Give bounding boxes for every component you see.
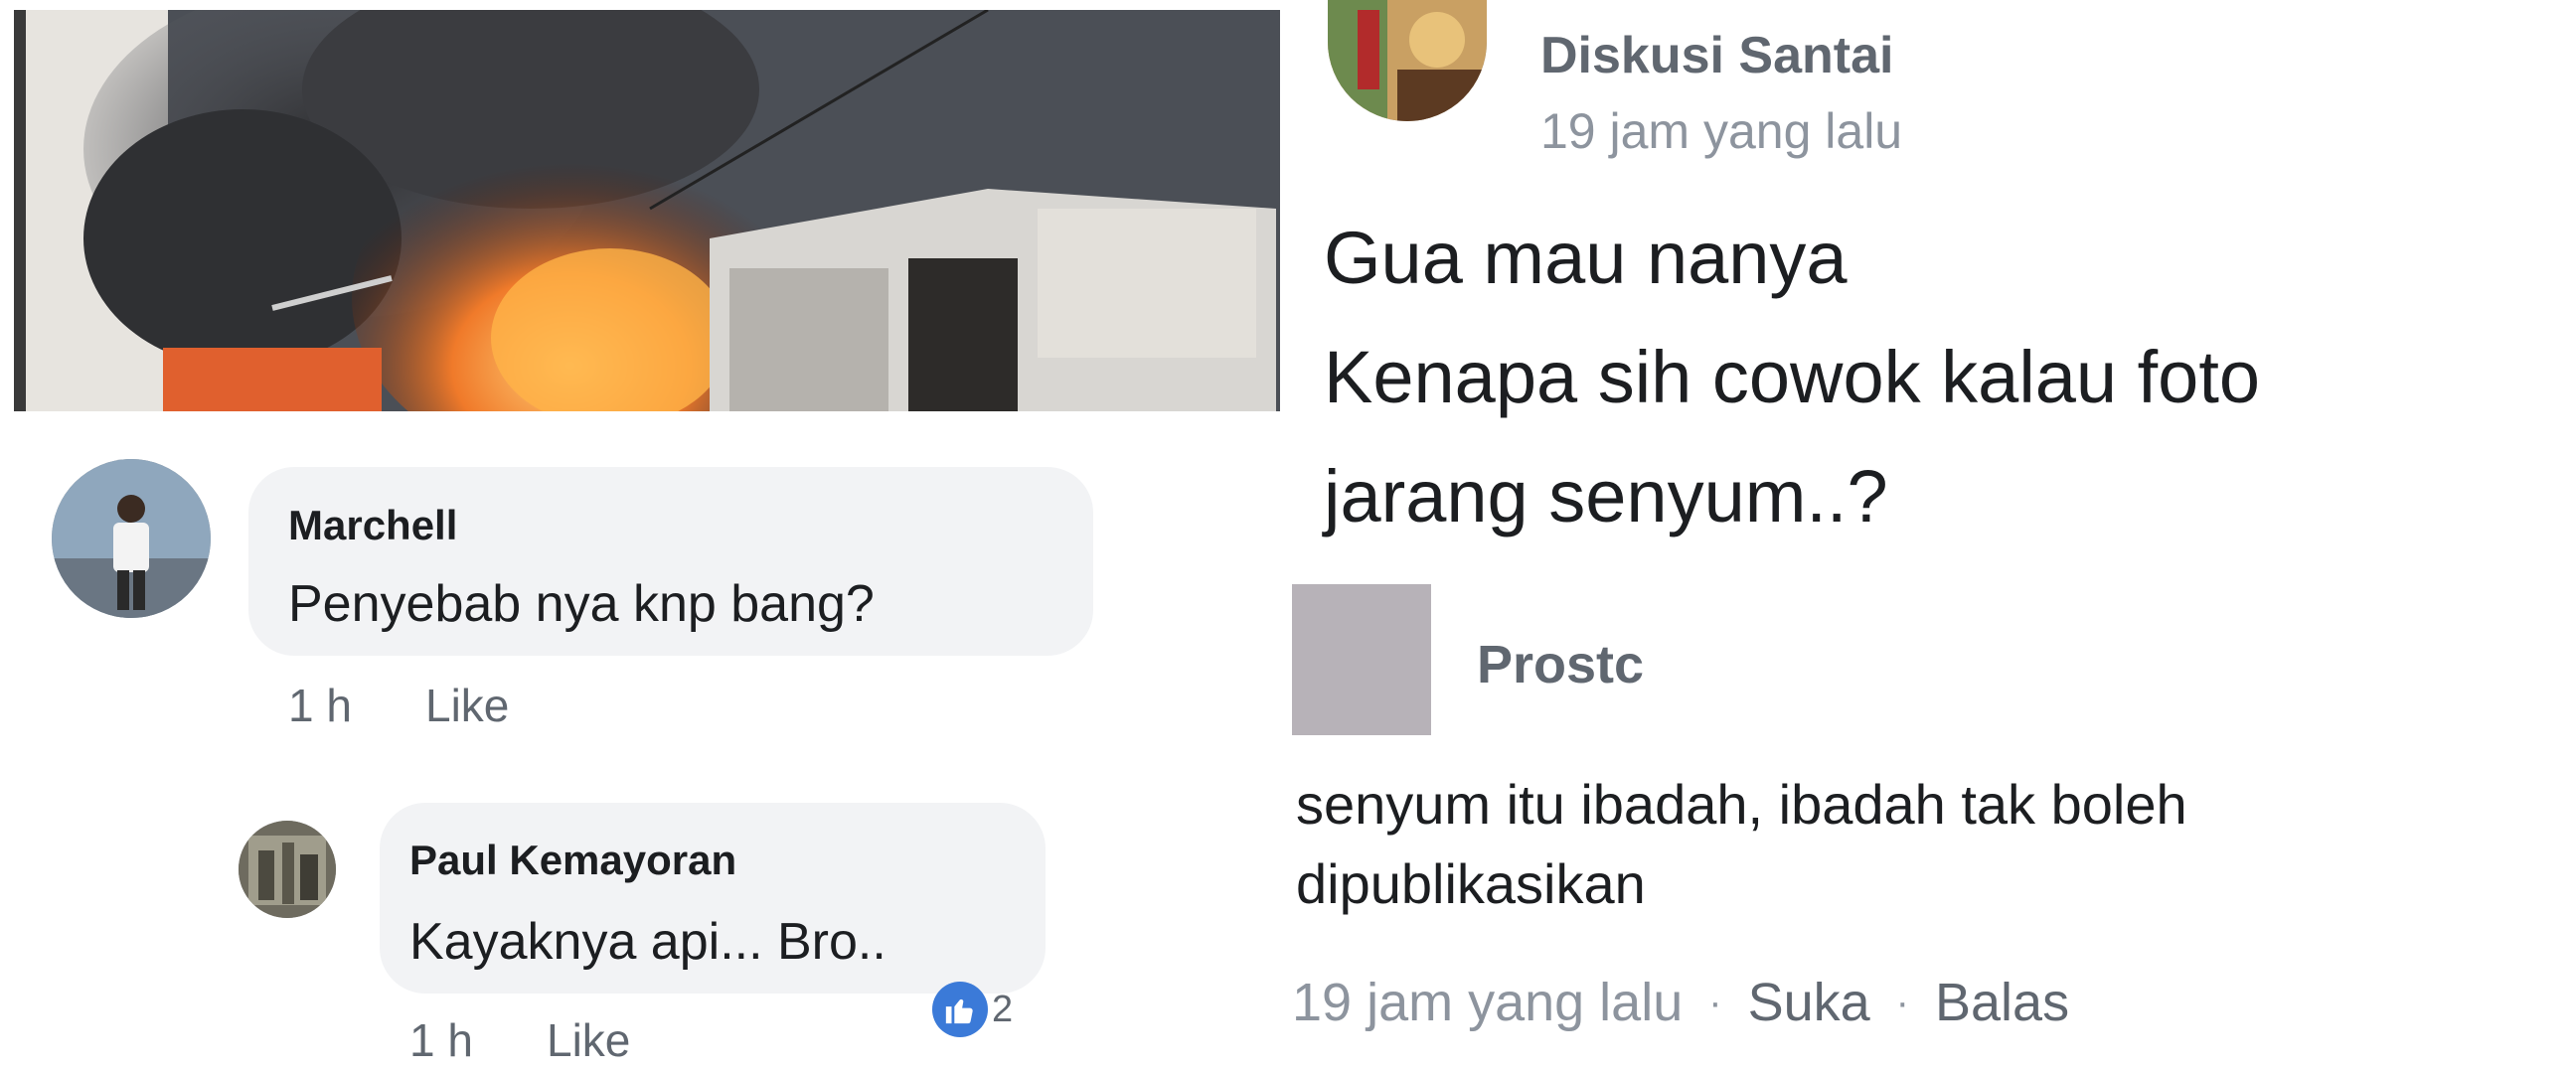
reply-text: Kayaknya api... Bro..	[409, 913, 886, 971]
fire-photo[interactable]	[14, 10, 1280, 411]
post-line: jarang senyum..?	[1324, 455, 1888, 537]
separator-dot: ·	[1708, 980, 1722, 1024]
reply-author-name[interactable]: Prostc	[1477, 634, 1644, 695]
reply-like-button[interactable]: Like	[547, 1013, 630, 1067]
group-name[interactable]: Diskusi Santai	[1540, 26, 1893, 85]
replier-name[interactable]: Paul Kemayoran	[409, 837, 736, 884]
group-avatar[interactable]	[1328, 0, 1487, 121]
separator-dot: ·	[1895, 980, 1909, 1024]
like-action[interactable]: Suka	[1748, 972, 1870, 1033]
reply-line: dipublikasikan	[1296, 852, 1646, 915]
post-line: Gua mau nanya	[1324, 217, 1848, 299]
reaction-count: 2	[992, 988, 1014, 1030]
reply-time: 1 h	[409, 1014, 473, 1066]
post-line: Kenapa sih cowok kalau foto	[1324, 336, 2261, 418]
reply-meta: 19 jam yang lalu · Suka · Balas	[1292, 972, 2069, 1033]
reply-action[interactable]: Balas	[1935, 972, 2069, 1033]
reply-line: senyum itu ibadah, ibadah tak boleh	[1296, 773, 2187, 836]
comment-time: 1 h	[288, 680, 352, 731]
reply-avatar-placeholder[interactable]	[1292, 584, 1431, 735]
post-text: Gua mau nanya Kenapa sih cowok kalau fot…	[1324, 199, 2260, 556]
post-timestamp[interactable]: 19 jam yang lalu	[1540, 102, 1902, 160]
left-screenshot: Marchell Penyebab nya knp bang? 1 h Like…	[0, 0, 1282, 1073]
commenter-name[interactable]: Marchell	[288, 502, 457, 549]
replier-avatar[interactable]	[239, 821, 336, 918]
like-reaction-icon	[932, 982, 988, 1037]
divider	[1282, 0, 1292, 1073]
right-screenshot: Diskusi Santai 19 jam yang lalu Gua mau …	[1292, 0, 2576, 1073]
like-button[interactable]: Like	[425, 679, 509, 732]
commenter-avatar[interactable]	[52, 459, 211, 618]
reply-comment-text: senyum itu ibadah, ibadah tak boleh dipu…	[1296, 765, 2187, 924]
reaction-summary[interactable]: 2	[932, 982, 1013, 1037]
reply-timestamp[interactable]: 19 jam yang lalu	[1292, 972, 1683, 1033]
comment-text: Penyebab nya knp bang?	[288, 575, 875, 633]
